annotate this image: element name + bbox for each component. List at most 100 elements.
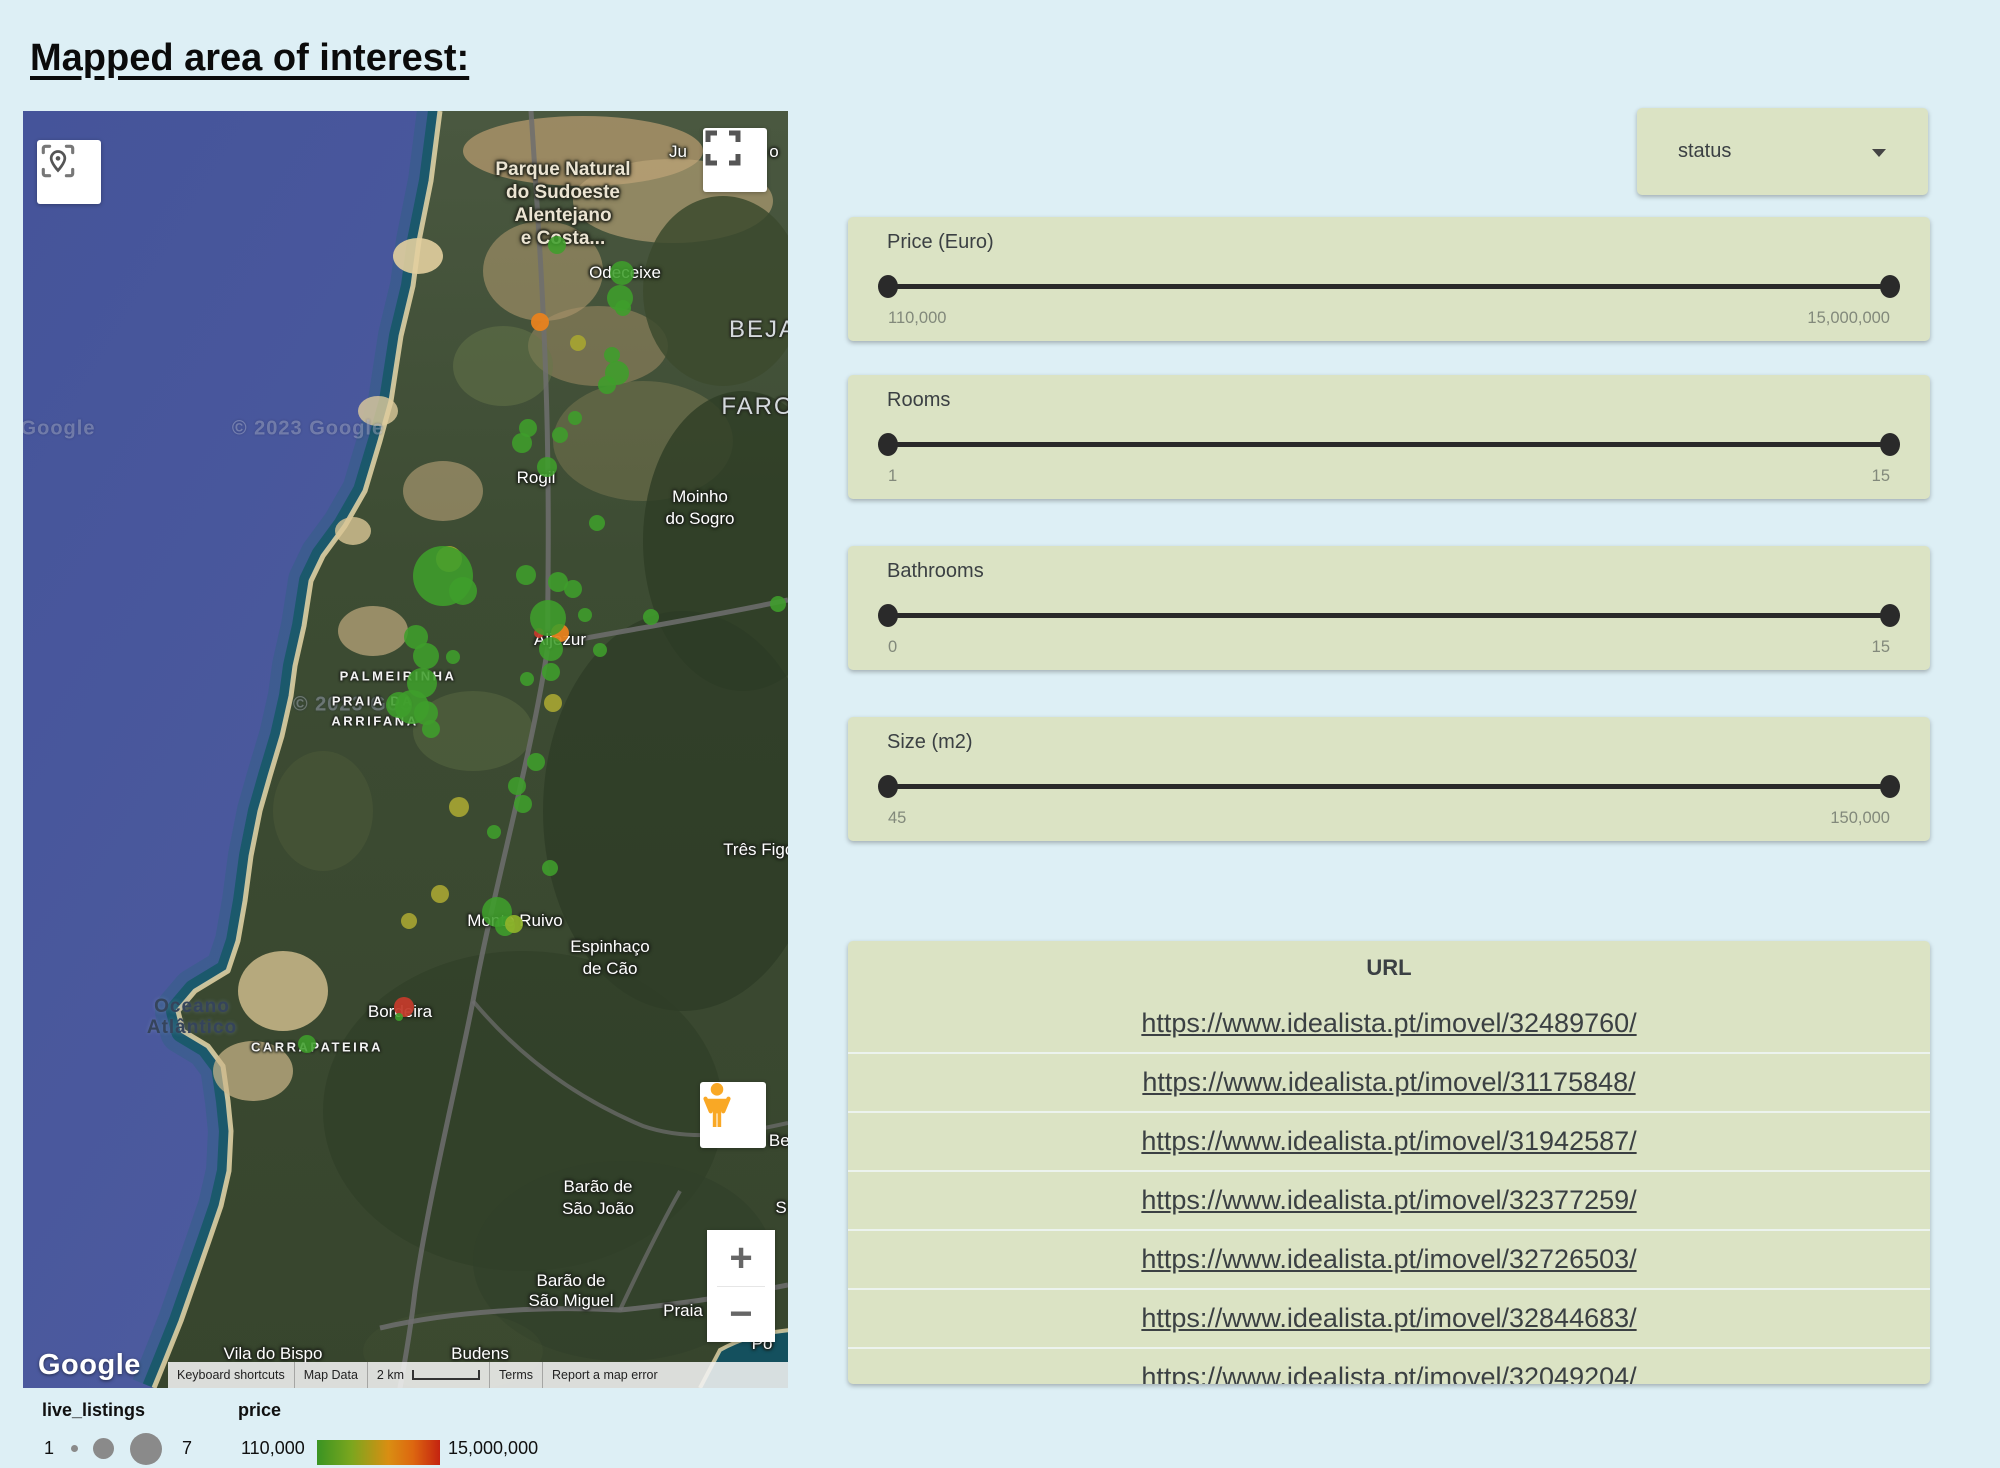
select-area-button[interactable] xyxy=(37,140,101,204)
size-slider-track[interactable] xyxy=(888,784,1890,789)
pegman-button[interactable] xyxy=(700,1082,766,1148)
listing-dot[interactable] xyxy=(542,860,558,876)
listing-dot[interactable] xyxy=(446,650,460,664)
legend-dot-small xyxy=(71,1445,78,1452)
listing-dot[interactable] xyxy=(413,643,439,669)
legend-dot-medium xyxy=(93,1438,114,1459)
listing-dot[interactable] xyxy=(544,694,562,712)
listing-dot[interactable] xyxy=(589,515,605,531)
listing-dot[interactable] xyxy=(615,300,631,316)
listing-dot[interactable] xyxy=(542,663,560,681)
listing-dot[interactable] xyxy=(395,1013,403,1021)
listing-dot[interactable] xyxy=(610,261,634,285)
zoom-out-button[interactable]: − xyxy=(707,1287,775,1343)
listing-dot[interactable] xyxy=(508,777,526,795)
listing-dot[interactable] xyxy=(449,577,477,605)
satellite-map[interactable]: Parque Naturaldo SudoesteAlentejanoe Cos… xyxy=(23,111,788,1388)
terms-link[interactable]: Terms xyxy=(490,1362,543,1388)
bathrooms-min-value: 0 xyxy=(888,638,897,657)
listing-dot[interactable] xyxy=(514,795,532,813)
google-logo: Google xyxy=(38,1349,141,1382)
listing-dot[interactable] xyxy=(537,457,557,477)
bathrooms-max-value: 15 xyxy=(1872,638,1890,657)
listing-dot[interactable] xyxy=(527,753,545,771)
listing-dot[interactable] xyxy=(548,236,566,254)
listing-dot[interactable] xyxy=(298,1035,316,1053)
rooms-slider-handle-min[interactable] xyxy=(878,433,898,456)
table-row: https://www.idealista.pt/imovel/31175848… xyxy=(848,1053,1930,1112)
size-min-value: 45 xyxy=(888,809,906,828)
table-row: https://www.idealista.pt/imovel/32489760… xyxy=(848,995,1930,1053)
listing-link[interactable]: https://www.idealista.pt/imovel/31175848… xyxy=(1142,1067,1635,1097)
listing-dot[interactable] xyxy=(564,580,582,598)
listing-dot[interactable] xyxy=(422,720,440,738)
listing-link[interactable]: https://www.idealista.pt/imovel/32844683… xyxy=(1141,1303,1636,1333)
area-pin-icon xyxy=(37,140,79,182)
listing-dot[interactable] xyxy=(512,433,532,453)
scale-text: 2 km xyxy=(377,1368,404,1382)
listing-dot[interactable] xyxy=(505,915,523,933)
status-dropdown[interactable]: status xyxy=(1637,108,1928,195)
pegman-icon xyxy=(700,1082,734,1128)
color-legend-min: 110,000 xyxy=(241,1438,305,1459)
listing-dot[interactable] xyxy=(593,643,607,657)
listing-dot[interactable] xyxy=(487,825,501,839)
report-map-error-link[interactable]: Report a map error xyxy=(543,1362,667,1388)
listing-dot[interactable] xyxy=(531,313,549,331)
listing-dot[interactable] xyxy=(552,427,568,443)
fullscreen-button[interactable] xyxy=(703,128,767,192)
legend-dot-large xyxy=(130,1433,162,1465)
bathrooms-slider-handle-max[interactable] xyxy=(1880,604,1900,627)
url-table-panel: URL https://www.idealista.pt/imovel/3248… xyxy=(848,941,1930,1384)
map-attribution-bar: Keyboard shortcuts Map Data 2 km Terms R… xyxy=(168,1362,788,1388)
size-slider-handle-max[interactable] xyxy=(1880,775,1900,798)
price-slider-track[interactable] xyxy=(888,284,1890,289)
bathrooms-slider-label: Bathrooms xyxy=(887,560,984,583)
listing-dot[interactable] xyxy=(568,411,582,425)
listing-dot[interactable] xyxy=(570,335,586,351)
listing-link[interactable]: https://www.idealista.pt/imovel/32489760… xyxy=(1141,1008,1636,1038)
bathrooms-slider-panel: Bathrooms 0 15 xyxy=(848,546,1930,670)
url-column-header: URL xyxy=(848,941,1930,995)
listing-dot[interactable] xyxy=(598,376,616,394)
listing-dot[interactable] xyxy=(431,885,449,903)
price-slider-label: Price (Euro) xyxy=(887,231,994,254)
rooms-slider-track[interactable] xyxy=(888,442,1890,447)
rooms-slider-handle-max[interactable] xyxy=(1880,433,1900,456)
listing-dot[interactable] xyxy=(516,565,536,585)
listing-dot[interactable] xyxy=(401,913,417,929)
listing-link[interactable]: https://www.idealista.pt/imovel/31942587… xyxy=(1141,1126,1636,1156)
scale-bar-icon xyxy=(412,1370,480,1380)
fullscreen-icon xyxy=(703,128,743,168)
listing-dot[interactable] xyxy=(578,608,592,622)
map-data-link[interactable]: Map Data xyxy=(295,1362,368,1388)
listing-link[interactable]: https://www.idealista.pt/imovel/32726503… xyxy=(1141,1244,1636,1274)
listing-link[interactable]: https://www.idealista.pt/imovel/32377259… xyxy=(1141,1185,1636,1215)
price-max-value: 15,000,000 xyxy=(1807,309,1890,328)
listing-link[interactable]: https://www.idealista.pt/imovel/32049204… xyxy=(1141,1362,1636,1384)
listing-dot[interactable] xyxy=(449,797,469,817)
rooms-min-value: 1 xyxy=(888,467,897,486)
zoom-in-button[interactable]: + xyxy=(707,1230,775,1286)
listing-dot[interactable] xyxy=(530,600,566,636)
size-max-value: 150,000 xyxy=(1830,809,1890,828)
keyboard-shortcuts-link[interactable]: Keyboard shortcuts xyxy=(168,1362,295,1388)
bathrooms-slider-handle-min[interactable] xyxy=(878,604,898,627)
size-legend-min: 1 xyxy=(44,1438,54,1459)
table-row: https://www.idealista.pt/imovel/32049204… xyxy=(848,1348,1930,1384)
table-row: https://www.idealista.pt/imovel/32377259… xyxy=(848,1171,1930,1230)
size-slider-panel: Size (m2) 45 150,000 xyxy=(848,717,1930,841)
bathrooms-slider-track[interactable] xyxy=(888,613,1890,618)
table-row: https://www.idealista.pt/imovel/32844683… xyxy=(848,1289,1930,1348)
color-legend-title: price xyxy=(238,1400,281,1421)
listing-dot[interactable] xyxy=(539,637,563,661)
price-slider-handle-max[interactable] xyxy=(1880,275,1900,298)
listing-dot[interactable] xyxy=(643,609,659,625)
size-slider-handle-min[interactable] xyxy=(878,775,898,798)
listing-dot[interactable] xyxy=(520,672,534,686)
listing-dot[interactable] xyxy=(770,596,786,612)
price-slider-handle-min[interactable] xyxy=(878,275,898,298)
page-title: Mapped area of interest: xyxy=(30,37,469,80)
size-slider-label: Size (m2) xyxy=(887,731,973,754)
size-legend-title: live_listings xyxy=(42,1400,145,1421)
